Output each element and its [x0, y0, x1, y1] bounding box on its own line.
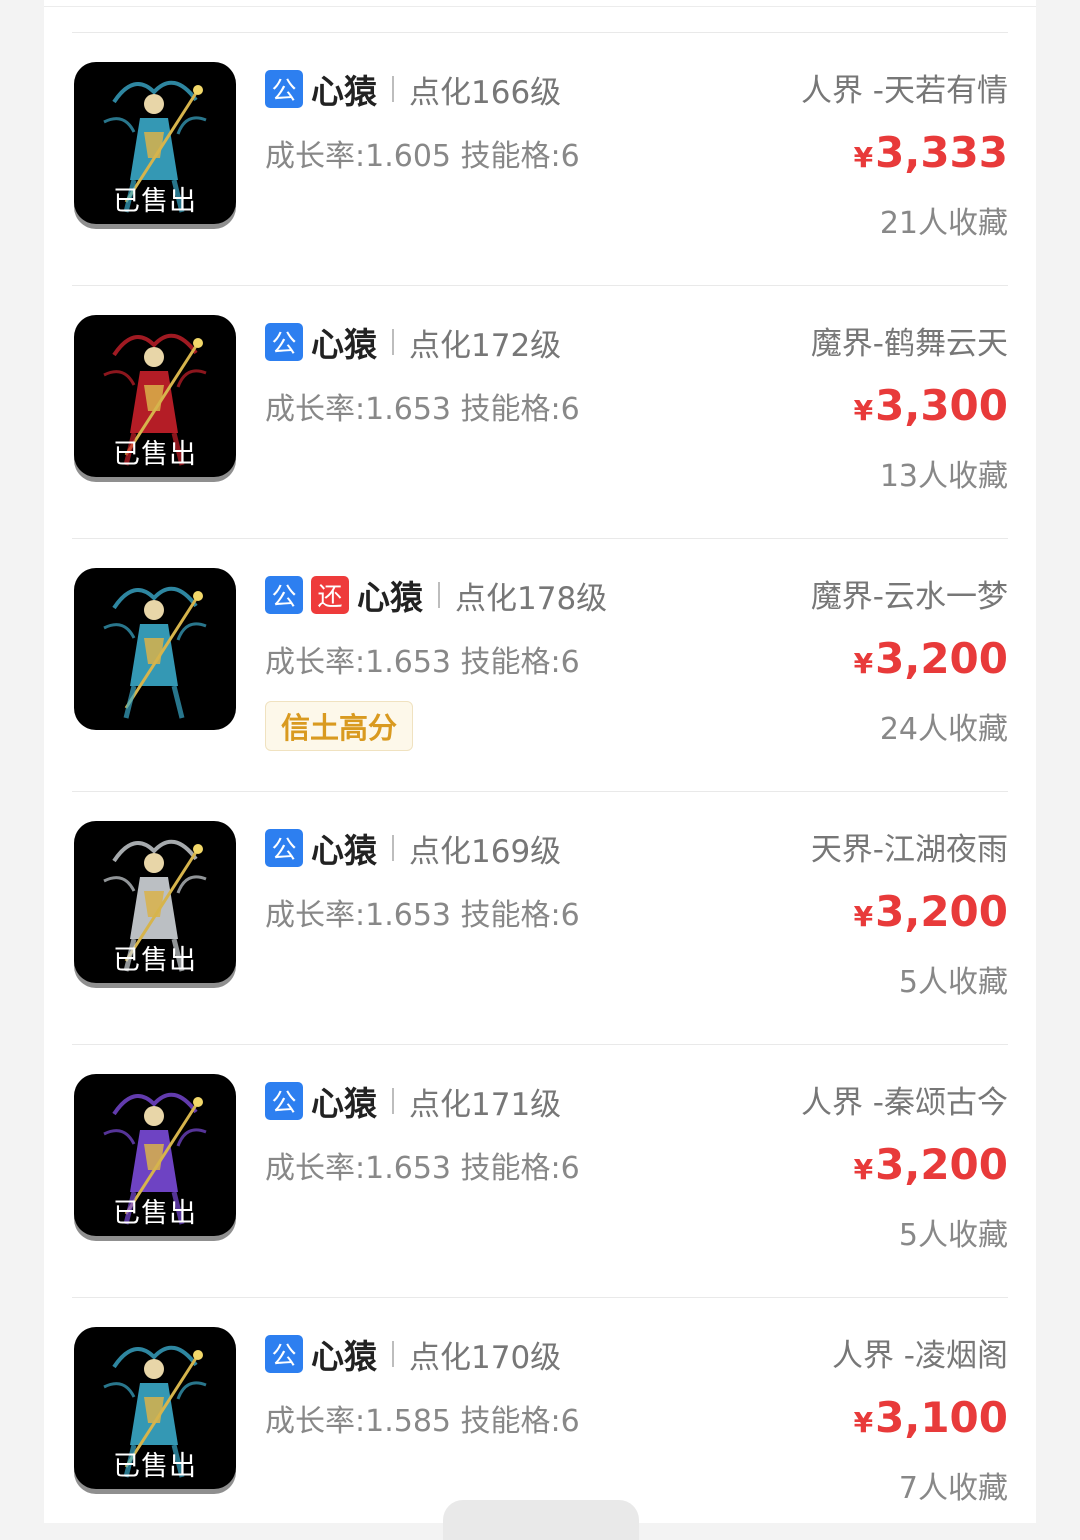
sold-overlay-label: 已售出	[113, 945, 197, 976]
title-row: 公心猿 点化169级	[265, 826, 561, 870]
listing-item[interactable]: 已售出 公心猿 点化170级成长率:1.585 技能格:6 人界 -凌烟阁 ¥3,100…	[72, 1297, 1008, 1523]
pet-level: 点化166级	[409, 74, 562, 111]
title-row: 公心猿 点化171级	[265, 1079, 561, 1123]
title-separator	[392, 1341, 394, 1367]
currency-symbol: ¥	[853, 1406, 874, 1439]
title-separator	[392, 329, 394, 355]
listing-card: 已售出公心猿 点化166级 成长率:1.605 技能格:6 人界 -天若有情 ¥3,33…	[44, 0, 1036, 1523]
title-separator	[392, 76, 394, 102]
public-badge: 公	[265, 576, 303, 614]
price: ¥3,300	[854, 381, 1008, 430]
listing-item[interactable]: 已售出 公心猿 点化172级成长率:1.653 技能格:6 魔界-鹤舞云天 ¥3,300…	[72, 285, 1008, 538]
pet-thumbnail[interactable]: 已售出	[74, 821, 236, 983]
pet-name: 心猿	[311, 1337, 377, 1376]
listing-item[interactable]: 已售出 公心猿 点化166级成长率:1.605 技能格:6 人界 -天若有情 ¥3,33…	[72, 32, 1008, 285]
currency-symbol: ¥	[853, 141, 874, 174]
price-value: 3,200	[875, 634, 1008, 683]
favorite-count: 5人收藏	[898, 965, 1008, 1000]
pet-thumbnail[interactable]: 已售出	[74, 1074, 236, 1236]
sold-overlay-label: 已售出	[113, 1451, 197, 1482]
price: ¥3,333	[854, 128, 1008, 177]
title-row: 公还心猿 点化178级	[265, 573, 607, 617]
pet-stats: 成长率:1.605 技能格:6	[265, 139, 580, 174]
public-badge: 公	[265, 70, 303, 108]
pet-name: 心猿	[311, 831, 377, 870]
pet-stats: 成长率:1.653 技能格:6	[265, 392, 580, 427]
price-value: 3,333	[875, 128, 1008, 177]
currency-symbol: ¥	[853, 394, 874, 427]
back-to-top-handle[interactable]	[443, 1500, 639, 1540]
sold-overlay-label: 已售出	[113, 1198, 197, 1229]
title-separator	[392, 1088, 394, 1114]
pet-thumbnail[interactable]: 已售出	[74, 315, 236, 477]
pet-name: 心猿	[311, 325, 377, 364]
pet-stats: 成长率:1.653 技能格:6	[265, 645, 580, 680]
favorite-count: 24人收藏	[879, 712, 1008, 747]
title-row: 公心猿 点化172级	[265, 320, 561, 364]
title-row: 公心猿 点化166级	[265, 67, 561, 111]
price-value: 3,300	[875, 381, 1008, 430]
server-name: 人界 -秦颂古今	[800, 1085, 1008, 1121]
pet-name: 心猿	[311, 72, 377, 111]
listing-item[interactable]: 已售出 公心猿 点化169级成长率:1.653 技能格:6 天界-江湖夜雨 ¥3,200…	[72, 791, 1008, 1044]
pet-level: 点化171级	[409, 1086, 562, 1123]
price: ¥3,200	[854, 1140, 1008, 1189]
title-separator	[438, 582, 440, 608]
pet-name: 心猿	[311, 1084, 377, 1123]
pet-stats: 成长率:1.653 技能格:6	[265, 1151, 580, 1186]
sold-overlay-label: 已售出	[113, 439, 197, 470]
public-badge: 公	[265, 829, 303, 867]
server-name: 魔界-鹤舞云天	[810, 326, 1008, 362]
public-badge: 公	[265, 323, 303, 361]
pet-figure-icon	[103, 586, 207, 719]
pet-level: 点化172级	[409, 327, 562, 364]
currency-symbol: ¥	[853, 900, 874, 933]
price: ¥3,100	[854, 1393, 1008, 1442]
pet-level: 点化178级	[455, 580, 608, 617]
sold-overlay-label: 已售出	[113, 186, 197, 217]
divider	[44, 6, 1036, 7]
pet-stats: 成长率:1.585 技能格:6	[265, 1404, 580, 1439]
pet-thumbnail[interactable]	[74, 568, 236, 730]
pet-name: 心猿	[357, 578, 423, 617]
server-name: 魔界-云水一梦	[810, 579, 1008, 615]
pet-thumbnail[interactable]: 已售出	[74, 1327, 236, 1489]
server-name: 人界 -天若有情	[800, 73, 1008, 109]
favorite-count: 21人收藏	[879, 206, 1008, 241]
score-tag: 信土高分	[265, 701, 414, 751]
public-badge: 公	[265, 1082, 303, 1120]
server-name: 天界-江湖夜雨	[810, 832, 1008, 868]
price-value: 3,200	[875, 887, 1008, 936]
price-value: 3,100	[875, 1393, 1008, 1442]
title-separator	[392, 835, 394, 861]
pet-level: 点化169级	[409, 833, 562, 870]
title-row: 公心猿 点化170级	[265, 1332, 561, 1376]
price-value: 3,200	[875, 1140, 1008, 1189]
pet-stats: 成长率:1.653 技能格:6	[265, 898, 580, 933]
listing-item[interactable]: 已售出 公心猿 点化171级成长率:1.653 技能格:6 人界 -秦颂古今 ¥3,20…	[72, 1044, 1008, 1297]
price: ¥3,200	[854, 634, 1008, 683]
return-badge: 还	[311, 576, 349, 614]
currency-symbol: ¥	[853, 647, 874, 680]
favorite-count: 13人收藏	[879, 459, 1008, 494]
public-badge: 公	[265, 1335, 303, 1373]
pet-thumbnail[interactable]: 已售出	[74, 62, 236, 224]
favorite-count: 7人收藏	[898, 1471, 1008, 1506]
pet-level: 点化170级	[409, 1339, 562, 1376]
server-name: 人界 -凌烟阁	[831, 1338, 1008, 1374]
listing-item[interactable]: 公还心猿 点化178级成长率:1.653 技能格:6 信土高分 魔界-云水一梦 ¥3,2…	[72, 538, 1008, 791]
price: ¥3,200	[854, 887, 1008, 936]
favorite-count: 5人收藏	[898, 1218, 1008, 1253]
currency-symbol: ¥	[853, 1153, 874, 1186]
